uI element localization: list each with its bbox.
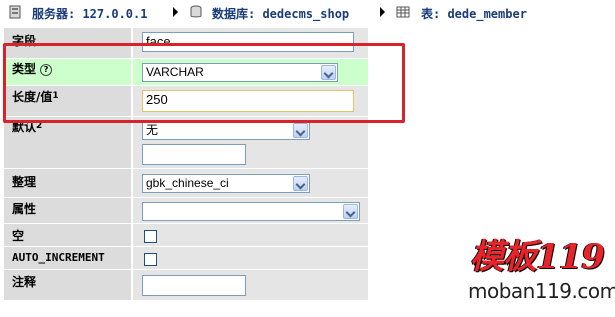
watermark-logo: 模板119 [470, 237, 605, 277]
row-value-cell [133, 224, 368, 246]
default-select[interactable]: 无 [142, 121, 310, 140]
default-value-input[interactable] [142, 144, 246, 165]
dropdown-arrow-icon[interactable] [293, 176, 308, 191]
watermark-url: moban119.com [468, 279, 615, 303]
dropdown-arrow-icon[interactable] [293, 123, 308, 138]
server-icon [9, 5, 21, 19]
null-checkbox[interactable] [144, 230, 157, 243]
breadcrumb: 服务器: 127.0.0.1 数据库: dedecms_shop 表: dede… [0, 0, 615, 26]
attributes-label: 属性 [12, 202, 37, 216]
breadcrumb-separator-icon [173, 7, 178, 17]
row-value-cell [133, 247, 368, 269]
auto-increment-label: AUTO_INCREMENT [12, 251, 105, 264]
table-icon [396, 6, 410, 18]
auto-increment-checkbox[interactable] [144, 253, 157, 266]
breadcrumb-table[interactable]: 表: dede_member [421, 5, 527, 22]
comment-input[interactable] [142, 275, 246, 296]
breadcrumb-separator-icon [380, 7, 385, 17]
breadcrumb-database[interactable]: 数据库: dedecms_shop [212, 5, 349, 22]
breadcrumb-server[interactable]: 服务器: 127.0.0.1 [32, 5, 147, 22]
database-icon [190, 5, 202, 18]
collation-label: 整理 [12, 175, 37, 189]
dropdown-arrow-icon[interactable] [343, 204, 358, 219]
collation-select[interactable]: gbk_chinese_ci [142, 174, 310, 193]
attributes-select[interactable] [142, 202, 360, 221]
annotation-highlight-box [3, 43, 405, 123]
collation-select-value: gbk_chinese_ci [146, 176, 229, 190]
watermark: 模板119 moban119.com [466, 227, 615, 317]
comment-label: 注释 [12, 275, 37, 289]
null-label: 空 [12, 229, 25, 243]
default-select-value: 无 [146, 123, 159, 137]
